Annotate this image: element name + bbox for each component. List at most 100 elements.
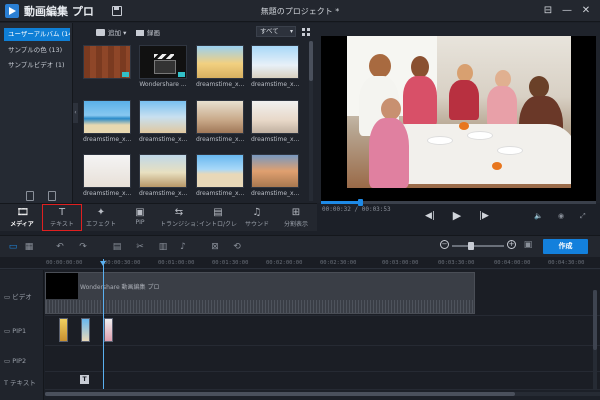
- pip-track-icon: ▭: [4, 327, 13, 335]
- tab-split-screen[interactable]: ⊞ 分割表示: [277, 204, 315, 232]
- volume-icon[interactable]: 🔈: [534, 212, 543, 220]
- cut-icon[interactable]: ✂: [135, 242, 145, 252]
- tab-label: PIP: [135, 219, 145, 226]
- media-thumbnail: [139, 154, 187, 188]
- media-scrollbar-thumb[interactable]: [309, 41, 313, 81]
- preview-progress-knob[interactable]: [357, 199, 363, 206]
- pip2-track-lane[interactable]: [45, 346, 600, 372]
- pip-clip[interactable]: [104, 318, 113, 342]
- grid-view-icon[interactable]: [302, 28, 310, 36]
- video-badge-icon: [178, 72, 185, 77]
- tab-transition[interactable]: ⇆ トランジション: [160, 204, 198, 232]
- preview-progress-bar[interactable]: [321, 199, 596, 206]
- tab-media[interactable]: 🎞 メディア: [3, 204, 41, 232]
- category-panel: ユーザーアルバム (14) サンプルの色 (13) サンプルビデオ (1): [0, 23, 73, 203]
- undo-icon[interactable]: ↶: [55, 242, 65, 252]
- playhead-handle[interactable]: [100, 261, 106, 266]
- tab-label: エフェクト: [85, 221, 116, 228]
- snapshot-icon[interactable]: ◉: [558, 212, 564, 220]
- media-thumbnail: [251, 154, 299, 188]
- track-label-text: PIP1: [12, 327, 27, 335]
- fit-timeline-icon[interactable]: ▣: [523, 240, 533, 250]
- ruler-tick: 00:04:00:00: [494, 260, 531, 266]
- media-item[interactable]: dreamstime_x...: [139, 100, 187, 143]
- media-thumbnail: [251, 100, 299, 134]
- timeline-ruler[interactable]: 00:00:00:00 00:00:30:00 00:01:00:00 00:0…: [0, 257, 600, 269]
- restore-button[interactable]: ⊟: [541, 4, 555, 17]
- create-button[interactable]: 作成: [543, 239, 588, 254]
- media-item[interactable]: dreamstime_x...: [251, 45, 299, 88]
- media-item[interactable]: dreamstime_x...: [139, 154, 187, 197]
- track-label-pip1: ▭ PIP1: [4, 327, 26, 335]
- playhead[interactable]: [103, 259, 104, 389]
- media-filter-select[interactable]: すべて: [256, 26, 296, 37]
- rotate-icon[interactable]: ⟲: [232, 242, 242, 252]
- category-user-album[interactable]: ユーザーアルバム (14): [4, 28, 70, 41]
- next-frame-button[interactable]: |▶: [478, 211, 490, 221]
- pip-clip[interactable]: [59, 318, 68, 342]
- media-item-label: dreamstime_x...: [196, 136, 244, 143]
- close-button[interactable]: ✕: [579, 4, 593, 17]
- zoom-in-icon[interactable]: +: [507, 240, 516, 249]
- media-item[interactable]: dreamstime_x...: [83, 100, 131, 143]
- category-sample-colors[interactable]: サンプルの色 (13): [4, 44, 70, 57]
- minimize-button[interactable]: —: [560, 4, 574, 17]
- media-item-label: dreamstime_x...: [251, 136, 299, 143]
- redo-icon[interactable]: ↷: [78, 242, 88, 252]
- media-item[interactable]: dreamstime_x...: [196, 100, 244, 143]
- text-track-lane[interactable]: [45, 372, 600, 390]
- new-folder-icon[interactable]: [26, 191, 34, 201]
- media-item[interactable]: dreamstime_x...: [196, 45, 244, 88]
- audio-waveform: [46, 300, 474, 313]
- ruler-tick: 00:00:30:00: [104, 260, 141, 266]
- crop-icon[interactable]: ⊠: [210, 242, 220, 252]
- media-item[interactable]: dreamstime_x...: [251, 100, 299, 143]
- media-item[interactable]: dreamstime_x...: [83, 154, 131, 197]
- delete-folder-icon[interactable]: [48, 191, 56, 201]
- edit-icon[interactable]: ▤: [112, 242, 122, 252]
- create-button-label: 作成: [558, 242, 573, 250]
- timeline-scrollbar-thumb[interactable]: [45, 392, 515, 396]
- media-item[interactable]: Wondershare ...: [139, 45, 187, 88]
- media-item-label: dreamstime_x...: [83, 136, 131, 143]
- fullscreen-icon[interactable]: ⤢: [580, 212, 586, 221]
- media-item-label: dreamstime_x...: [251, 190, 299, 197]
- tab-intro-credit[interactable]: ▤ イントロ/クレ...: [199, 204, 237, 232]
- storyboard-view-icon[interactable]: ▦: [24, 242, 34, 252]
- timeline-vertical-scrollbar[interactable]: [593, 290, 597, 390]
- zoom-slider-knob[interactable]: [468, 242, 474, 250]
- video-badge-icon: [122, 72, 129, 77]
- tab-pip[interactable]: ▣ PIP: [121, 204, 159, 232]
- record-button[interactable]: 録画: [136, 27, 160, 37]
- microphone-icon[interactable]: ♪: [178, 242, 188, 252]
- track-labels: ▭ ビデオ ▭ PIP1 ▭ PIP2 T テキスト: [0, 270, 44, 400]
- timeline-vertical-scrollbar-thumb[interactable]: [593, 290, 597, 350]
- pip-clip[interactable]: [81, 318, 90, 342]
- preview-panel: [317, 23, 600, 203]
- previous-frame-button[interactable]: ◀|: [424, 211, 436, 221]
- track-label-text: PIP2: [12, 357, 27, 365]
- add-media-label: 追加 ▾: [108, 29, 127, 37]
- tab-effects[interactable]: ✦ エフェクト: [82, 204, 120, 232]
- zoom-slider[interactable]: [452, 245, 504, 247]
- text-clip[interactable]: T: [80, 375, 89, 384]
- play-button[interactable]: ▶: [451, 209, 463, 222]
- pip1-track-lane[interactable]: [45, 316, 600, 346]
- tab-sound[interactable]: ♫ サウンド: [238, 204, 276, 232]
- track-label-text: テキスト: [10, 379, 36, 387]
- timeline-scrollbar[interactable]: [45, 392, 600, 396]
- video-clip[interactable]: Wondershare 動画編集 プロ: [45, 272, 475, 314]
- delete-icon[interactable]: ▥: [158, 242, 168, 252]
- media-item[interactable]: [83, 45, 131, 81]
- timeline-view-icon[interactable]: ▭: [8, 242, 18, 252]
- media-item[interactable]: dreamstime_x...: [196, 154, 244, 197]
- media-item[interactable]: dreamstime_x...: [251, 154, 299, 197]
- preview-progress-fill: [321, 201, 360, 204]
- category-sample-videos[interactable]: サンプルビデオ (1): [4, 59, 70, 72]
- zoom-out-icon[interactable]: −: [440, 240, 449, 249]
- preview-image: [347, 36, 571, 188]
- media-item-label: dreamstime_x...: [139, 190, 187, 197]
- media-scrollbar[interactable]: [309, 41, 313, 201]
- collapse-handle[interactable]: ‹: [73, 103, 78, 123]
- add-media-button[interactable]: 追加 ▾: [96, 27, 126, 37]
